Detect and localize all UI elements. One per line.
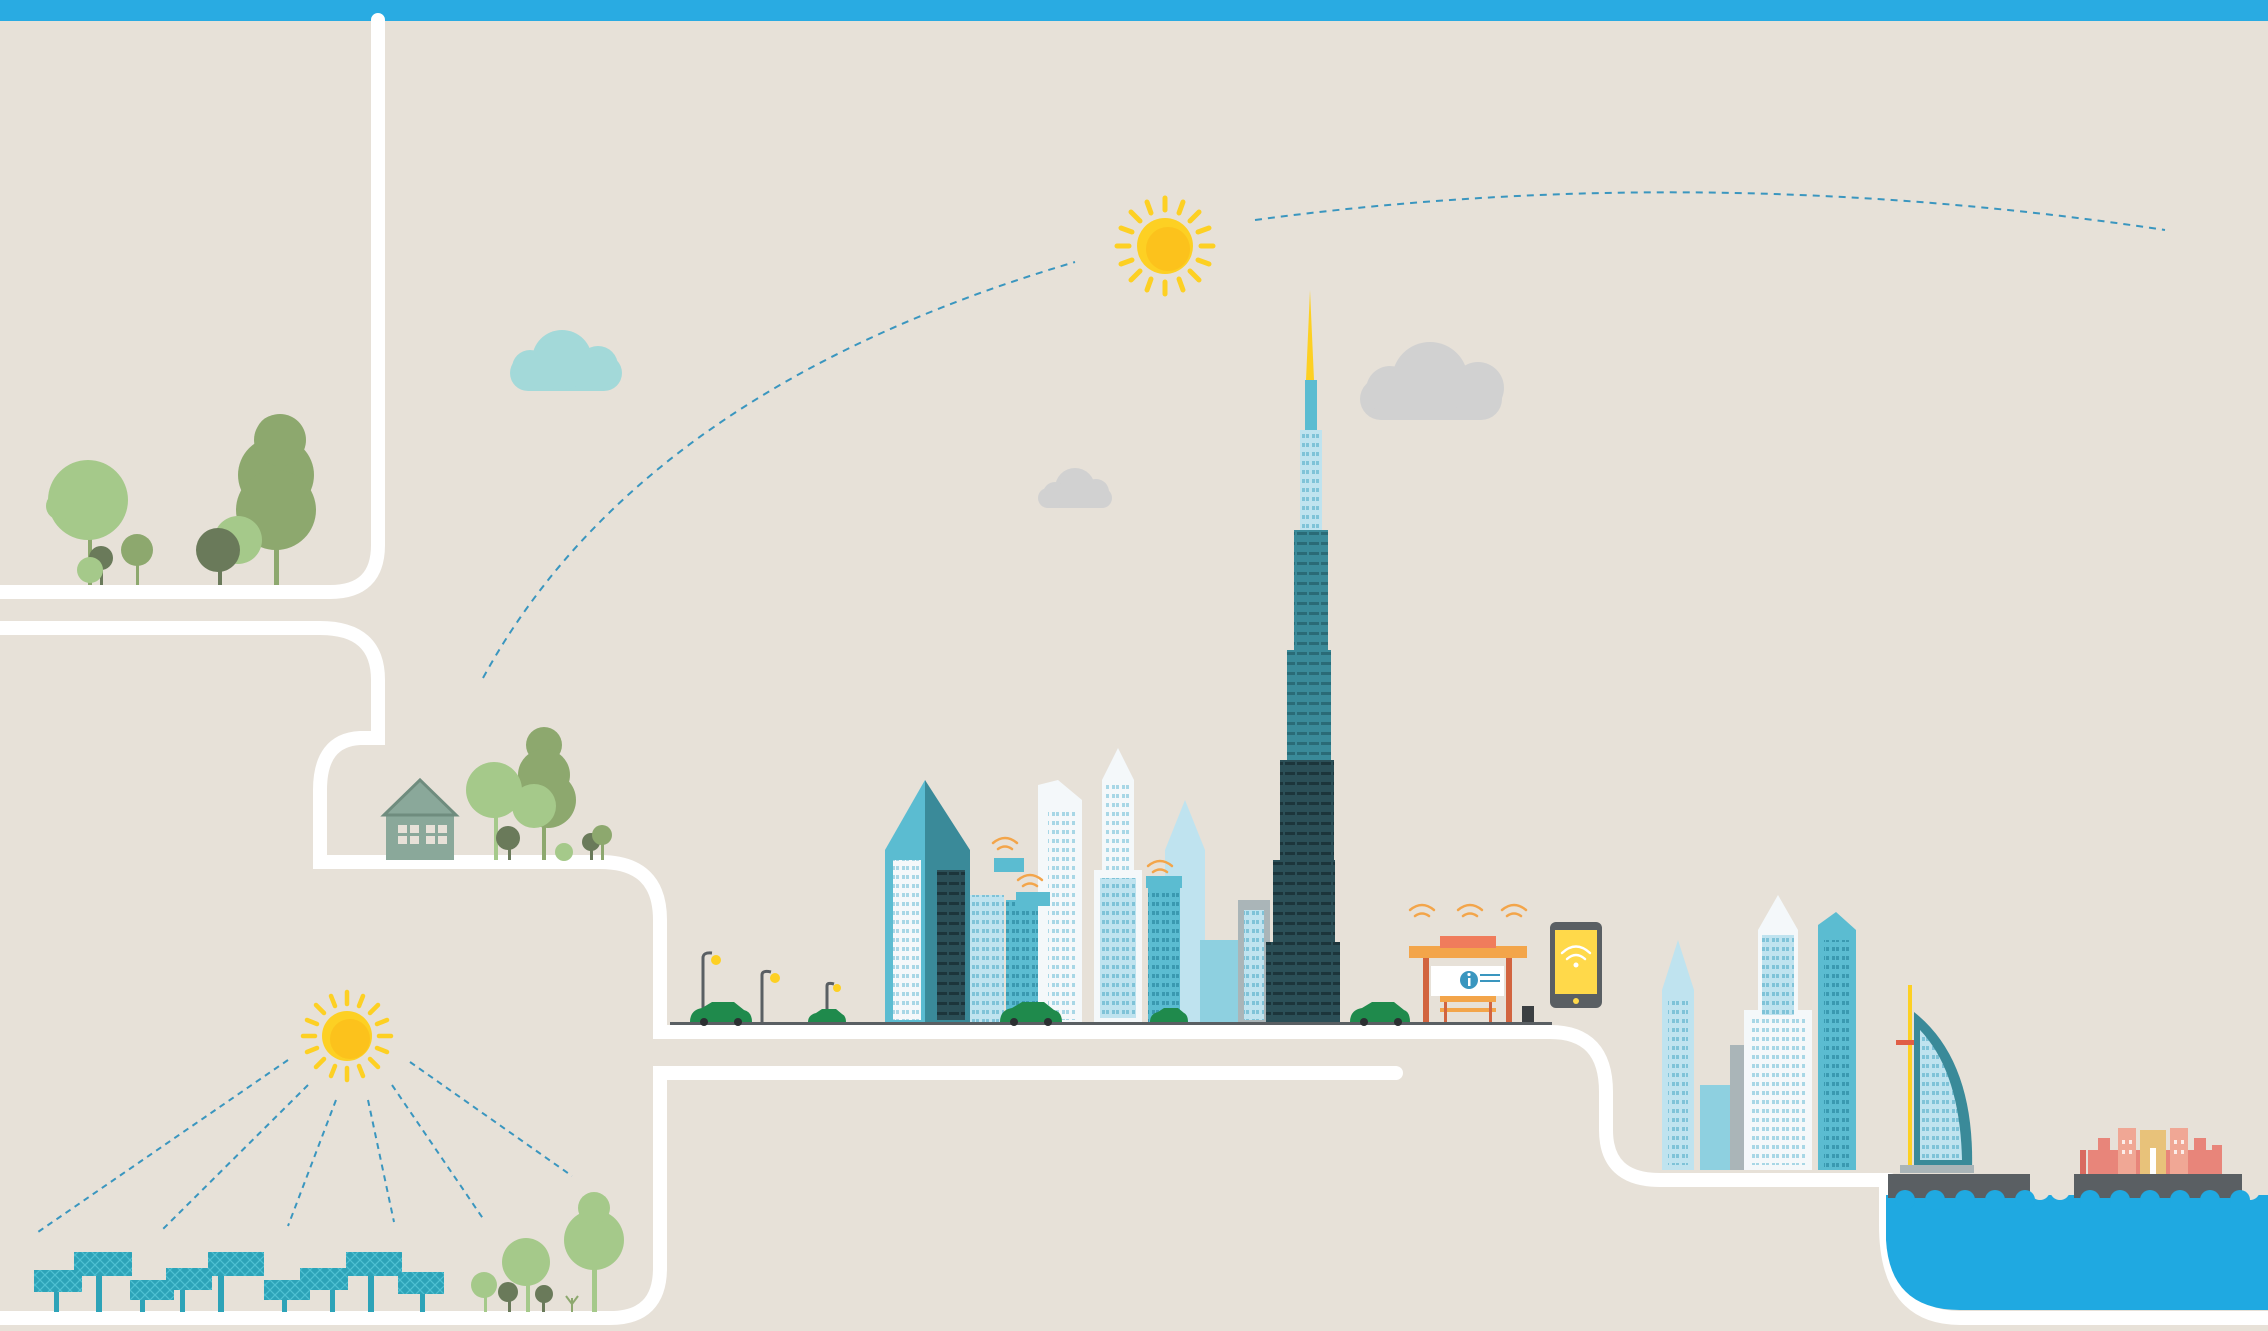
smart-city-illustration (0, 0, 2268, 1325)
resort-building (2080, 1128, 2222, 1174)
sea (1886, 1195, 2268, 1310)
waterfront-skyline (1662, 895, 1856, 1170)
trees-middle-left (466, 727, 612, 861)
sun-icon (300, 989, 394, 1083)
trees-top-left (46, 414, 316, 585)
sun-rays-dashes (37, 1059, 573, 1233)
lamp-lights (711, 955, 841, 992)
sun-icon (1114, 195, 1216, 297)
cloud-grey-small (1038, 468, 1112, 508)
trees-bottom (471, 1192, 624, 1312)
top-bar (0, 0, 2268, 21)
smartphone-icon (1550, 922, 1602, 1008)
city-road (670, 1022, 1552, 1025)
house (380, 777, 460, 860)
info-icon (1460, 971, 1478, 989)
trash-bin (1522, 1006, 1534, 1022)
cloud-blue (510, 330, 622, 391)
cloud-grey-large (1360, 342, 1504, 420)
sail-hotel (1896, 985, 1974, 1173)
city-skyline (885, 748, 1270, 1022)
solar-panels (34, 1252, 444, 1312)
main-tower (1266, 290, 1340, 1022)
